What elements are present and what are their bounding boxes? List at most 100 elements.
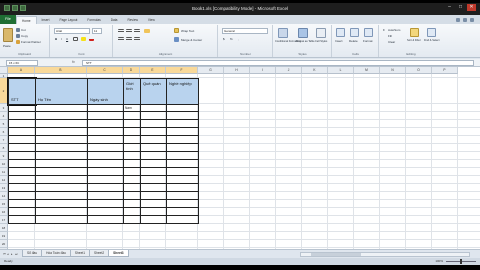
find-select-icon[interactable]: [427, 28, 436, 37]
zoom-slider[interactable]: [446, 259, 476, 264]
header-ho-ten[interactable]: Họ Tên: [35, 78, 88, 105]
table-cell[interactable]: [166, 208, 199, 216]
cut-icon[interactable]: [16, 28, 20, 32]
underline-icon[interactable]: U: [66, 37, 68, 41]
table-cell[interactable]: [87, 152, 124, 160]
row-header-19[interactable]: 19: [0, 232, 8, 240]
zoom-slider-knob[interactable]: [460, 259, 462, 264]
table-cell[interactable]: [8, 208, 36, 216]
header-nghe-nghiep[interactable]: Nghề nghiệp: [166, 78, 199, 105]
sheet-tab[interactable]: Sổ đầu: [22, 250, 43, 257]
merge-center-icon[interactable]: [174, 37, 179, 42]
table-cell[interactable]: [35, 200, 88, 208]
italic-icon[interactable]: I: [61, 37, 62, 41]
align-center-icon[interactable]: [126, 37, 132, 41]
table-cell[interactable]: [140, 112, 167, 120]
table-cell[interactable]: [87, 176, 124, 184]
worksheet-grid[interactable]: A B C D E F G H I J K L M N O P 1 2 3 4 5 6 7 8 9 10 11 12 13 14 15 16 1…: [0, 67, 480, 249]
font-color-icon[interactable]: [89, 37, 94, 41]
column-header-d[interactable]: D: [123, 67, 140, 74]
insert-cells-icon[interactable]: [336, 28, 345, 37]
table-cell[interactable]: [140, 168, 167, 176]
format-button[interactable]: Format: [363, 39, 373, 43]
table-cell[interactable]: [8, 184, 36, 192]
help-icon[interactable]: [463, 17, 467, 22]
autosum-button[interactable]: AutoSum: [388, 28, 400, 32]
cut-label[interactable]: Cut: [21, 28, 26, 32]
tab-home[interactable]: Home: [16, 16, 37, 24]
table-cell[interactable]: [8, 216, 36, 224]
tab-view[interactable]: View: [143, 16, 160, 24]
number-format-select[interactable]: General: [222, 28, 268, 34]
table-cell[interactable]: [123, 184, 141, 192]
percent-icon[interactable]: %: [230, 37, 233, 41]
table-cell[interactable]: [35, 160, 88, 168]
find-select-button[interactable]: Find & Select: [424, 39, 439, 42]
table-cell[interactable]: [87, 112, 124, 120]
table-cell[interactable]: [166, 152, 199, 160]
table-cell[interactable]: [8, 176, 36, 184]
next-sheet-icon[interactable]: ▸: [11, 252, 14, 256]
first-sheet-icon[interactable]: ⏮: [3, 252, 6, 256]
table-cell[interactable]: [166, 176, 199, 184]
table-cell[interactable]: [87, 200, 124, 208]
row-header-12[interactable]: 12: [0, 176, 8, 184]
table-cell[interactable]: [8, 120, 36, 128]
column-header-k[interactable]: K: [302, 67, 328, 74]
conditional-formatting-icon[interactable]: [278, 28, 288, 38]
column-header-a[interactable]: A: [8, 67, 35, 74]
currency-icon[interactable]: $: [223, 37, 225, 41]
table-cell[interactable]: [35, 208, 88, 216]
table-cell[interactable]: [35, 152, 88, 160]
tab-file[interactable]: File: [0, 15, 16, 24]
row-header-4[interactable]: 4: [0, 112, 8, 120]
table-cell[interactable]: [123, 160, 141, 168]
column-header-j[interactable]: J: [276, 67, 302, 74]
header-que-quan[interactable]: Quê quán: [140, 78, 167, 105]
align-right-icon[interactable]: [134, 37, 140, 41]
table-cell[interactable]: [87, 104, 124, 112]
maximize-icon[interactable]: □: [456, 4, 465, 11]
table-cell[interactable]: [140, 200, 167, 208]
table-cell[interactable]: [35, 216, 88, 224]
format-as-table-icon[interactable]: [298, 28, 308, 38]
name-box[interactable]: 15 x 6C: [6, 60, 38, 66]
table-cell[interactable]: [35, 192, 88, 200]
comma-icon[interactable]: ,: [238, 37, 239, 41]
table-cell[interactable]: [140, 216, 167, 224]
table-cell[interactable]: [140, 184, 167, 192]
tab-insert[interactable]: Insert: [37, 16, 55, 24]
delete-button[interactable]: Delete: [349, 39, 358, 43]
table-cell[interactable]: [123, 192, 141, 200]
column-header-g[interactable]: G: [198, 67, 224, 74]
minimize-icon[interactable]: –: [445, 4, 454, 11]
tab-review[interactable]: Review: [122, 16, 142, 24]
prev-sheet-icon[interactable]: ◂: [7, 252, 10, 256]
last-sheet-icon[interactable]: ⏭: [15, 252, 18, 256]
table-cell[interactable]: [35, 136, 88, 144]
horizontal-scrollbar[interactable]: [300, 252, 470, 257]
format-painter-icon[interactable]: [16, 40, 20, 44]
table-cell[interactable]: [87, 208, 124, 216]
row-header-20[interactable]: 20: [0, 240, 8, 248]
table-cell[interactable]: [87, 160, 124, 168]
table-cell[interactable]: [140, 128, 167, 136]
table-cell[interactable]: [166, 216, 199, 224]
column-header-b[interactable]: B: [35, 67, 87, 74]
row-header-15[interactable]: 15: [0, 200, 8, 208]
table-cell[interactable]: [166, 136, 199, 144]
table-cell[interactable]: [87, 184, 124, 192]
row-header-2[interactable]: 2: [0, 78, 8, 104]
table-cell[interactable]: [35, 104, 88, 112]
align-top-icon[interactable]: [118, 29, 124, 33]
table-cell[interactable]: [123, 176, 141, 184]
table-cell[interactable]: [87, 144, 124, 152]
close-icon[interactable]: ✕: [467, 4, 476, 11]
fill-color-icon[interactable]: [81, 37, 86, 41]
format-painter-label[interactable]: Format Painter: [21, 40, 41, 44]
column-header-o[interactable]: O: [406, 67, 432, 74]
column-header-i[interactable]: I: [250, 67, 276, 74]
sheet-tab[interactable]: Hóa Toán đầu: [41, 250, 71, 257]
wrap-text-button[interactable]: Wrap Text: [181, 29, 194, 33]
table-cell[interactable]: [166, 128, 199, 136]
